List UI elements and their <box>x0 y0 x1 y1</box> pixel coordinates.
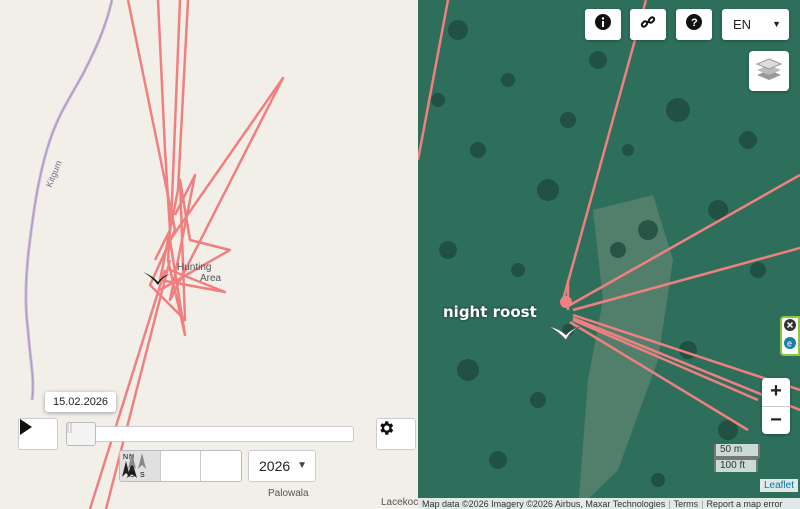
share-link-button[interactable] <box>630 9 666 40</box>
zoom-out-button[interactable]: − <box>762 407 790 435</box>
split-north-option[interactable]: N S <box>122 451 241 481</box>
scale-imperial: 100 ft <box>714 458 758 472</box>
terms-link[interactable]: Terms <box>674 499 699 509</box>
language-select[interactable]: EN ▼ <box>722 9 789 40</box>
satellite-imagery <box>418 0 800 509</box>
place-label-area: Area <box>200 273 222 284</box>
language-value: EN <box>733 17 752 32</box>
timeline-slider-handle[interactable] <box>66 422 96 446</box>
info-button[interactable] <box>585 9 621 40</box>
layers-button[interactable] <box>749 51 789 91</box>
map-attribution: Map data ©2026 Imagery ©2026 Airbus, Max… <box>418 498 800 509</box>
close-circle-icon[interactable] <box>784 318 796 336</box>
layers-icon <box>755 57 783 86</box>
chevron-down-icon: ▼ <box>772 19 781 29</box>
info-icon <box>595 14 611 35</box>
night-roost-label: night roost <box>443 303 537 321</box>
link-icon <box>640 14 656 35</box>
settings-button[interactable] <box>376 418 416 450</box>
zoom-in-button[interactable]: + <box>762 378 790 407</box>
svg-text:N: N <box>123 454 128 461</box>
e-badge-icon[interactable]: e <box>784 336 796 354</box>
right-map-panel[interactable]: night roost ? EN ▼ e + − 50 m 100 ft Lea… <box>418 0 800 509</box>
zoom-control[interactable]: + − <box>762 378 790 434</box>
year-select[interactable]: 2026 ▼ <box>248 450 316 482</box>
date-tooltip: 15.02.2026 <box>45 392 117 412</box>
timeline-slider-track[interactable] <box>66 426 354 442</box>
report-error-link[interactable]: Report a map error <box>706 499 782 509</box>
svg-text:?: ? <box>691 17 698 29</box>
place-label-lacekoco: Lacekoco <box>381 497 418 508</box>
help-icon: ? <box>686 14 702 35</box>
svg-text:S: S <box>140 472 145 479</box>
play-button[interactable] <box>18 418 58 450</box>
attribution-text: Map data ©2026 Imagery ©2026 Airbus, Max… <box>422 498 666 509</box>
leaflet-link[interactable]: Leaflet <box>760 479 799 492</box>
chevron-down-icon: ▼ <box>297 460 307 471</box>
heading-up-option[interactable]: S <box>128 451 202 481</box>
map-orientation-group[interactable]: N S N S <box>119 450 242 482</box>
place-label-hunting: Hunting <box>177 262 212 273</box>
place-label-palowala: Palowala <box>268 488 309 499</box>
svg-text:e: e <box>787 339 792 349</box>
help-button[interactable]: ? <box>676 9 712 40</box>
split-north-icon: N S <box>122 453 146 479</box>
scale-metric: 50 m <box>714 444 760 458</box>
left-map-panel[interactable]: Hunting Area Kitgum Palowala Lacekoco 15… <box>0 0 418 509</box>
year-value: 2026 <box>259 458 291 474</box>
side-widget[interactable]: e <box>780 316 800 356</box>
